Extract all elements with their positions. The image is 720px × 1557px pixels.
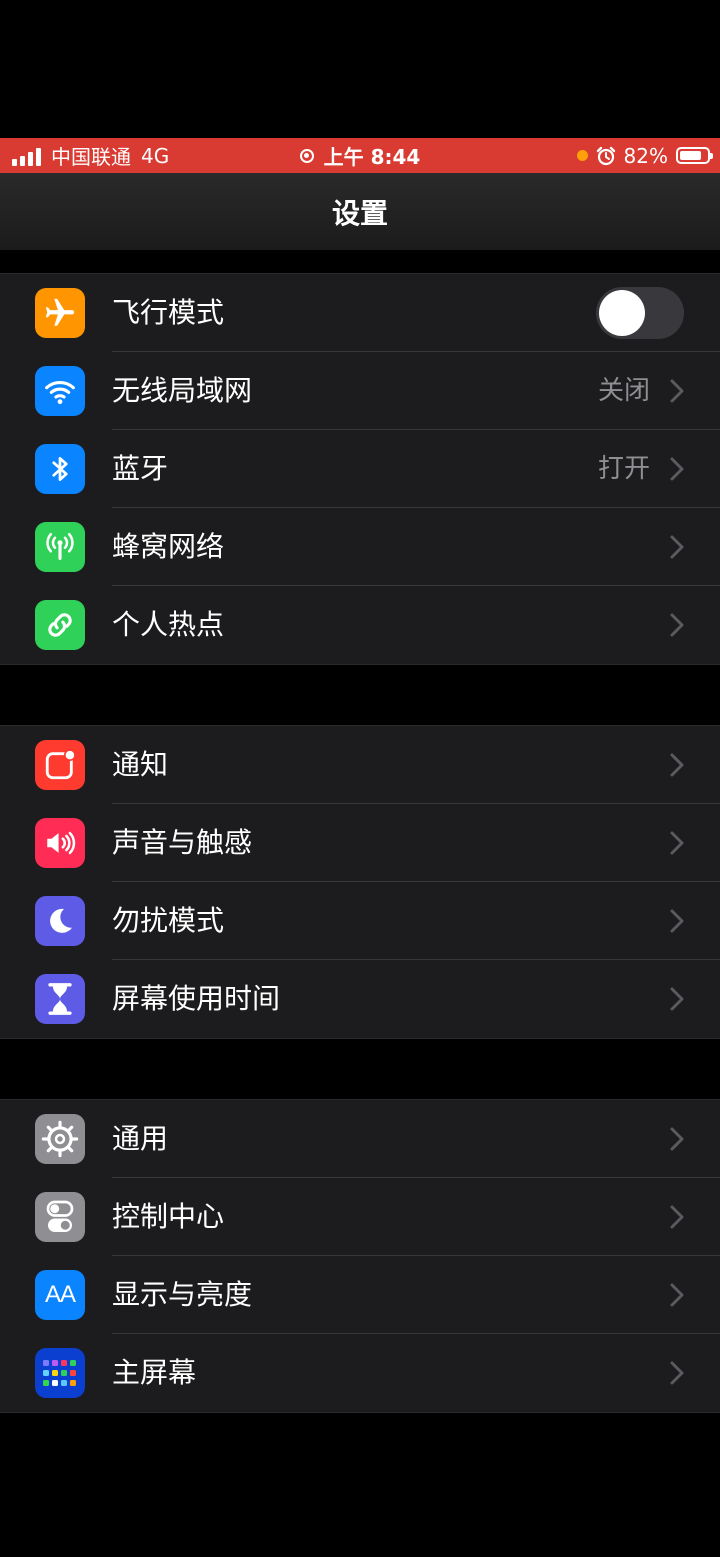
settings-row-do-not-disturb[interactable]: 勿扰模式 [0,882,720,960]
battery-icon [676,147,713,164]
battery-percent: 82% [623,143,668,168]
settings-row-display-brightness[interactable]: AA 显示与亮度 [0,1256,720,1334]
icon-glyph: AA [44,1281,76,1308]
network-type: 4G [141,143,170,168]
chevron-right-icon [670,831,684,855]
bluetooth-icon [35,444,85,494]
airplane-icon [35,288,85,338]
gear-icon [35,1114,85,1164]
settings-row-label: 个人热点 [112,608,225,641]
hourglass-icon [35,974,85,1024]
settings-row-label: 屏幕使用时间 [112,982,281,1015]
settings-row-control-center[interactable]: 控制中心 [0,1178,720,1256]
speaker-icon [35,818,85,868]
chevron-right-icon [670,987,684,1011]
status-time: 上午 8:44 [323,145,421,169]
switches-icon [35,1192,85,1242]
settings-row-label: 无线局域网 [112,374,253,407]
home-grid-icon [35,1348,85,1398]
page-title: 设置 [331,196,388,230]
text-size-icon: AA [35,1270,85,1320]
moon-icon [35,896,85,946]
settings-row-personal-hotspot[interactable]: 个人热点 [0,586,720,664]
settings-row-label: 蓝牙 [112,452,169,485]
carrier-name: 中国联通 [51,145,131,169]
settings-row-label: 勿扰模式 [112,904,225,937]
settings-row-screen-time[interactable]: 屏幕使用时间 [0,960,720,1038]
signal-strength-icon [12,146,41,166]
chevron-right-icon [670,1127,684,1151]
airplane-mode-toggle[interactable] [596,287,684,339]
settings-row-label: 通用 [112,1122,169,1155]
chevron-right-icon [670,909,684,933]
settings-group-connectivity: 飞行模式 无线局域网 关闭 蓝牙 打开 蜂窝网络 个人热点 [0,273,720,665]
chain-link-icon [35,600,85,650]
toggle-knob [599,290,645,336]
settings-row-airplane-mode: 飞行模式 [0,274,720,352]
chevron-right-icon [670,1205,684,1229]
antenna-icon [35,522,85,572]
bluetooth-status-value: 打开 [597,454,650,484]
chevron-right-icon [670,1361,684,1385]
chevron-right-icon [670,753,684,777]
settings-row-label: 主屏幕 [112,1356,197,1389]
navigation-bar: 设置 [0,173,720,250]
notification-icon [35,740,85,790]
settings-row-sounds-haptics[interactable]: 声音与触感 [0,804,720,882]
settings-row-home-screen[interactable]: 主屏幕 [0,1334,720,1412]
settings-row-cellular[interactable]: 蜂窝网络 [0,508,720,586]
settings-row-label: 控制中心 [112,1200,225,1233]
chevron-right-icon [670,1283,684,1307]
chevron-right-icon [670,379,684,403]
settings-row-label: 通知 [112,748,169,781]
wifi-icon [35,366,85,416]
settings-group-general: 通用 控制中心 AA 显示与亮度 主屏幕 [0,1099,720,1413]
settings-row-label: 声音与触感 [112,826,253,859]
status-bar: 中国联通 4G 上午 8:44 82% [0,138,720,173]
alarm-clock-icon [596,146,615,165]
chevron-right-icon [670,535,684,559]
wifi-status-value: 关闭 [597,376,650,406]
mic-indicator-dot [576,150,588,161]
settings-group-notifications: 通知 声音与触感 勿扰模式 屏幕使用时间 [0,725,720,1039]
chevron-right-icon [670,613,684,637]
chevron-right-icon [670,457,684,481]
settings-row-wifi[interactable]: 无线局域网 关闭 [0,352,720,430]
settings-row-general[interactable]: 通用 [0,1100,720,1178]
location-icon [299,148,314,163]
settings-row-bluetooth[interactable]: 蓝牙 打开 [0,430,720,508]
settings-row-label: 蜂窝网络 [112,530,225,563]
settings-row-label: 显示与亮度 [112,1278,253,1311]
settings-row-label: 飞行模式 [112,296,225,329]
settings-row-notifications[interactable]: 通知 [0,726,720,804]
